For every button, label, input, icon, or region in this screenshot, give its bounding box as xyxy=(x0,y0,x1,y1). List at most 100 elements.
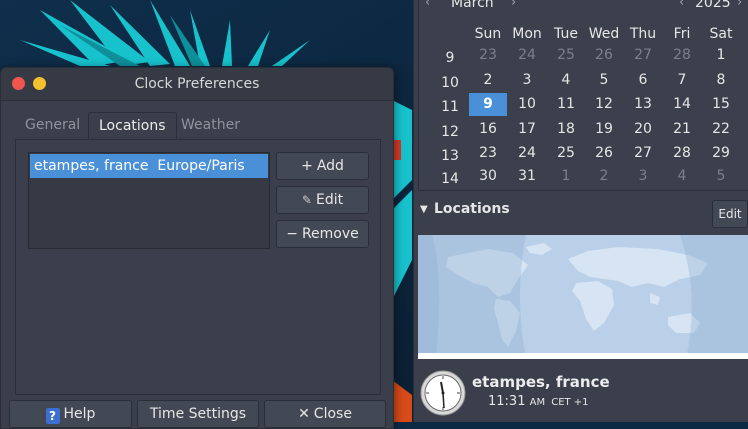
minus-icon: − xyxy=(286,226,298,242)
locations-edit-button[interactable]: Edit xyxy=(712,200,748,228)
calendar-day[interactable]: 27 xyxy=(624,142,662,165)
calendar-day[interactable]: 27 xyxy=(624,44,662,67)
help-button[interactable]: ? Help xyxy=(9,400,132,428)
weekday-header: Sun xyxy=(474,26,502,42)
calendar-day[interactable]: 24 xyxy=(508,142,546,165)
calendar-day[interactable]: 13 xyxy=(624,93,662,116)
calendar-day[interactable]: 26 xyxy=(585,44,623,67)
week-number: 9 xyxy=(445,50,455,66)
calendar-day[interactable]: 3 xyxy=(624,165,662,188)
calendar-day[interactable]: 2 xyxy=(585,165,623,188)
help-label: Help xyxy=(63,406,96,422)
calendar-day[interactable]: 10 xyxy=(508,93,546,116)
locations-list[interactable]: etampes, france Europe/Paris xyxy=(28,152,270,249)
calendar-day[interactable]: 12 xyxy=(585,93,623,116)
calendar-day[interactable]: 15 xyxy=(702,93,740,116)
calendar-day[interactable]: 28 xyxy=(663,142,701,165)
calendar-day[interactable]: 25 xyxy=(547,44,585,67)
calendar-day[interactable]: 14 xyxy=(663,93,701,116)
locations-panel: etampes, france Europe/Paris + Add ✎ Edit … xyxy=(15,139,381,395)
location-timezone: Europe/Paris xyxy=(157,158,245,174)
calendar-day[interactable]: 8 xyxy=(702,69,740,92)
month-label: March xyxy=(451,0,494,11)
tab-locations[interactable]: Locations xyxy=(88,112,177,141)
clock-zone: CET +1 xyxy=(551,397,589,408)
calendar-day[interactable]: 16 xyxy=(469,118,507,141)
title-bar[interactable]: Clock Preferences xyxy=(1,68,393,101)
calendar-day[interactable]: 3 xyxy=(508,69,546,92)
calendar-day[interactable]: 6 xyxy=(624,69,662,92)
calendar-day[interactable]: 7 xyxy=(663,69,701,92)
clock-ampm: AM xyxy=(529,397,546,408)
pencil-icon: ✎ xyxy=(301,193,312,207)
calendar-day[interactable]: 5 xyxy=(702,165,740,188)
calendar-day-today[interactable]: 9 xyxy=(469,93,507,116)
year-label: 2025 xyxy=(695,0,731,11)
calendar-day[interactable]: 20 xyxy=(624,118,662,141)
calendar-day[interactable]: 2 xyxy=(469,69,507,92)
week-number: 10 xyxy=(441,75,459,91)
tab-general[interactable]: General xyxy=(15,112,90,139)
clock-city: etampes, france xyxy=(472,373,610,391)
calendar-day[interactable]: 21 xyxy=(663,118,701,141)
clock-preferences-window: Clock Preferences General Locations Weat… xyxy=(0,67,394,429)
calendar-day[interactable]: 23 xyxy=(469,142,507,165)
clock-popup: ‹ March › ‹ 2025 › Sun Mon Tue Wed Thu Fri Sat… xyxy=(413,0,748,422)
calendar-day[interactable]: 18 xyxy=(547,118,585,141)
clock-time: 11:31 AM CET +1 xyxy=(488,394,589,409)
location-city: etampes, france xyxy=(34,158,149,174)
analog-clock-icon xyxy=(420,370,466,416)
list-item[interactable]: etampes, france Europe/Paris xyxy=(30,154,268,178)
calendar-day[interactable]: 24 xyxy=(508,44,546,67)
month-next-icon[interactable]: › xyxy=(511,0,516,10)
close-label: Close xyxy=(313,406,352,422)
calendar-day[interactable]: 29 xyxy=(702,142,740,165)
weekday-header: Thu xyxy=(629,26,657,42)
calendar-day[interactable]: 30 xyxy=(469,165,507,188)
weekday-header: Tue xyxy=(554,26,578,42)
tab-weather[interactable]: Weather xyxy=(171,112,250,139)
add-button[interactable]: + Add xyxy=(276,152,369,180)
calendar-day[interactable]: 26 xyxy=(585,142,623,165)
week-number: 14 xyxy=(441,171,459,187)
weekday-header: Wed xyxy=(588,26,620,42)
calendar-day[interactable]: 5 xyxy=(585,69,623,92)
calendar-day[interactable]: 23 xyxy=(469,44,507,67)
locations-header: ▼ Locations Edit xyxy=(418,198,748,230)
weekday-header: Fri xyxy=(673,26,691,42)
calendar-day[interactable]: 17 xyxy=(508,118,546,141)
week-number: 12 xyxy=(441,124,459,140)
add-label: Add xyxy=(316,158,344,174)
x-icon: ✕ xyxy=(298,406,310,422)
calendar-day[interactable]: 11 xyxy=(547,93,585,116)
calendar-day[interactable]: 1 xyxy=(547,165,585,188)
calendar: ‹ March › ‹ 2025 › Sun Mon Tue Wed Thu Fri Sat… xyxy=(418,0,748,191)
time-settings-button[interactable]: Time Settings xyxy=(137,400,259,428)
calendar-day[interactable]: 4 xyxy=(547,69,585,92)
calendar-day[interactable]: 1 xyxy=(702,44,740,67)
remove-label: Remove xyxy=(301,226,359,242)
week-number: 13 xyxy=(441,148,459,164)
time-settings-label: Time Settings xyxy=(149,406,247,422)
close-button[interactable]: ✕ Close xyxy=(264,400,386,428)
edit-button[interactable]: ✎ Edit xyxy=(276,186,369,214)
weekday-header: Mon xyxy=(512,26,542,42)
calendar-day[interactable]: 22 xyxy=(702,118,740,141)
calendar-day[interactable]: 28 xyxy=(663,44,701,67)
year-prev-icon[interactable]: ‹ xyxy=(679,0,684,10)
calendar-day[interactable]: 4 xyxy=(663,165,701,188)
clock-time-value: 11:31 xyxy=(488,394,526,409)
month-prev-icon[interactable]: ‹ xyxy=(425,0,430,10)
calendar-day[interactable]: 19 xyxy=(585,118,623,141)
calendar-day[interactable]: 25 xyxy=(547,142,585,165)
window-title: Clock Preferences xyxy=(134,76,260,92)
remove-button[interactable]: − Remove xyxy=(276,220,369,248)
world-map xyxy=(418,235,748,359)
location-clock-row: etampes, france 11:31 AM CET +1 xyxy=(418,366,748,422)
edit-label: Edit xyxy=(315,192,344,208)
locations-title[interactable]: Locations xyxy=(434,201,510,217)
expander-down-icon[interactable]: ▼ xyxy=(420,204,428,215)
calendar-day[interactable]: 31 xyxy=(508,165,546,188)
year-next-icon[interactable]: › xyxy=(737,0,742,10)
calendar-header: ‹ March › ‹ 2025 › xyxy=(419,0,748,15)
